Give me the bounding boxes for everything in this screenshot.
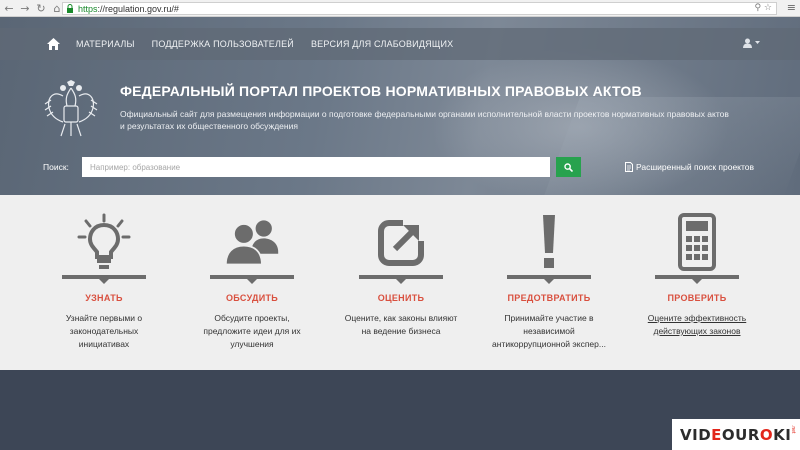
top-navigation: МАТЕРИАЛЫ ПОДДЕРЖКА ПОЛЬЗОВАТЕЛЕЙ ВЕРСИЯ… xyxy=(0,28,800,60)
divider xyxy=(655,275,739,279)
home-icon[interactable] xyxy=(47,38,60,50)
advanced-search-label: Расширенный поиск проектов xyxy=(636,162,755,172)
divider xyxy=(210,275,294,279)
portal-description: Официальный сайт для размещения информац… xyxy=(120,109,729,131)
url-text: ://regulation.gov.ru/# xyxy=(97,3,179,14)
nav-accessible-version[interactable]: ВЕРСИЯ ДЛЯ СЛАБОВИДЯЩИХ xyxy=(311,39,453,49)
feature-title[interactable]: УЗНАТЬ xyxy=(44,293,164,303)
feature-title[interactable]: ОБСУДИТЬ xyxy=(192,293,312,303)
feature-title[interactable]: ОЦЕНИТЬ xyxy=(341,293,461,303)
user-icon xyxy=(743,38,752,48)
zoom-star-icons[interactable]: ⚲ ☆ xyxy=(754,3,772,13)
divider xyxy=(359,275,443,279)
menu-icon[interactable]: ≡ xyxy=(787,1,796,14)
feature-text: Оцените, как законы влияют на ведение би… xyxy=(344,313,458,336)
feature-text: Обсудите проекты, предложите идеи для их… xyxy=(203,313,301,349)
nav-materials[interactable]: МАТЕРИАЛЫ xyxy=(76,39,135,49)
lightbulb-icon xyxy=(77,213,131,269)
document-icon xyxy=(625,162,633,172)
divider xyxy=(62,275,146,279)
watermark-logo: VIDEOUROKI .net xyxy=(672,419,800,450)
nav-user-support[interactable]: ПОДДЕРЖКА ПОЛЬЗОВАТЕЛЕЙ xyxy=(152,39,294,49)
search-button[interactable] xyxy=(556,157,581,177)
forward-icon[interactable]: → xyxy=(18,1,32,15)
caret-down-icon xyxy=(755,41,760,44)
browser-toolbar: ← → ↻ ⌂ https://regulation.gov.ru/# ⚲ ☆ … xyxy=(0,0,800,17)
watermark-suffix: .net xyxy=(790,425,796,434)
feature-title[interactable]: ПРЕДОТВРАТИТЬ xyxy=(489,293,609,303)
address-bar[interactable]: https://regulation.gov.ru/# ⚲ ☆ xyxy=(62,2,777,15)
feature-text: Принимайте участие в независимой антикор… xyxy=(492,313,606,349)
calculator-icon xyxy=(678,213,716,271)
lock-icon xyxy=(67,4,73,13)
feature-title[interactable]: ПРОВЕРИТЬ xyxy=(637,293,757,303)
search-label: Поиск: xyxy=(43,162,69,172)
reload-icon[interactable]: ↻ xyxy=(34,1,48,15)
feature-text: Узнайте первыми о законодательных инициа… xyxy=(65,313,143,349)
back-icon[interactable]: ← xyxy=(2,1,16,15)
advanced-search-link[interactable]: Расширенный поиск проектов xyxy=(625,162,754,172)
watermark-text: VIDEOUROKI xyxy=(680,425,792,444)
portal-title: ФЕДЕРАЛЬНЫЙ ПОРТАЛ ПРОЕКТОВ НОРМАТИВНЫХ … xyxy=(120,83,642,99)
external-link-icon xyxy=(378,219,425,266)
search-icon xyxy=(564,162,573,172)
users-icon xyxy=(224,220,279,266)
features-section: УЗНАТЬ Узнайте первыми о законодательных… xyxy=(0,195,800,370)
url-scheme: https xyxy=(78,3,98,14)
coat-of-arms-icon xyxy=(44,80,98,137)
exclamation-icon xyxy=(543,215,555,268)
search-input[interactable] xyxy=(82,157,550,177)
user-menu[interactable] xyxy=(743,38,760,48)
feature-link[interactable]: Оцените эффективность действующих законо… xyxy=(637,312,757,338)
hero-banner: МАТЕРИАЛЫ ПОДДЕРЖКА ПОЛЬЗОВАТЕЛЕЙ ВЕРСИЯ… xyxy=(0,17,800,195)
divider xyxy=(507,275,591,279)
